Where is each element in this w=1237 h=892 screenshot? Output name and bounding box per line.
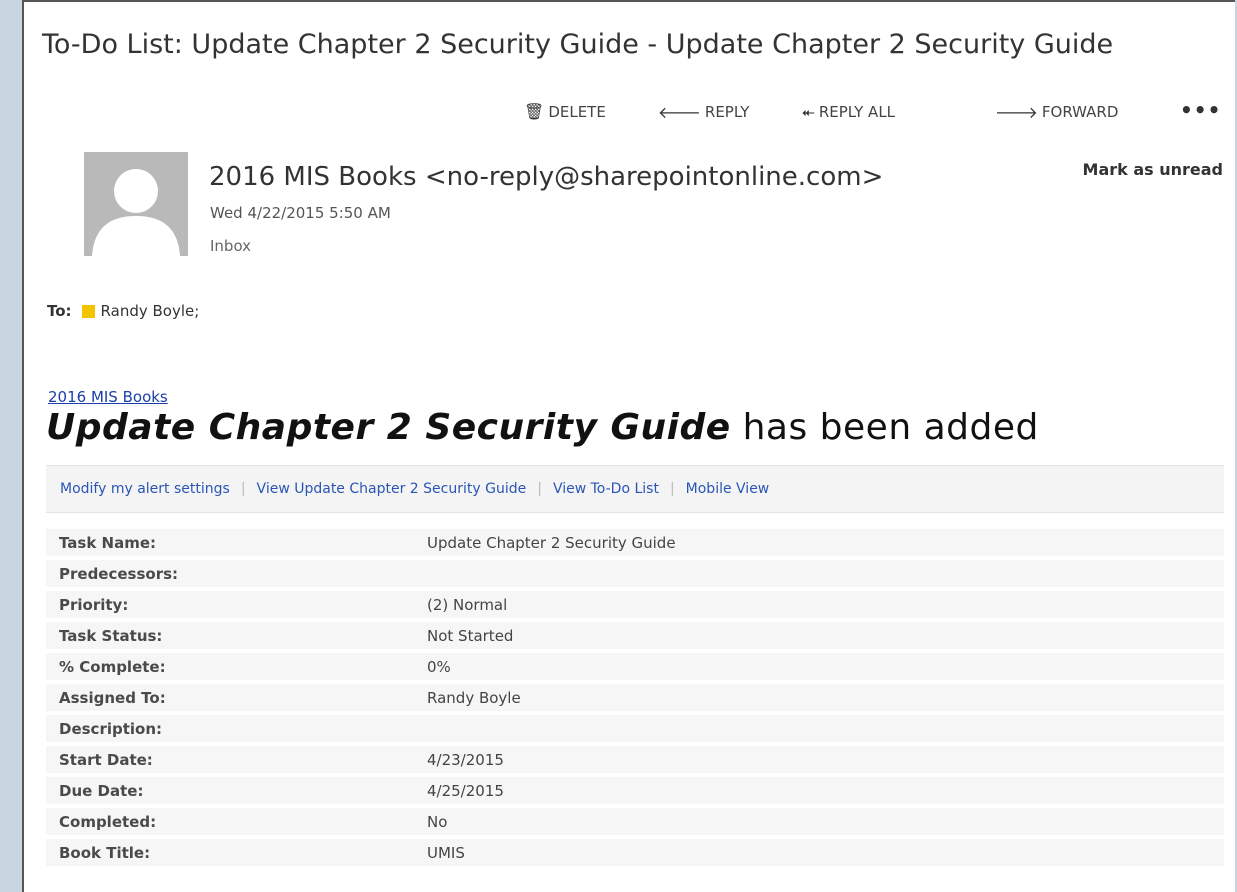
table-row: % Complete: 0% <box>46 653 1224 680</box>
person-silhouette-icon <box>92 169 180 256</box>
forward-button[interactable]: 🡒 FORWARD <box>995 102 1118 122</box>
field-label: Task Status: <box>46 622 427 649</box>
field-label: Task Name: <box>46 529 427 556</box>
more-actions-button[interactable]: ••• <box>1180 98 1221 122</box>
reply-all-button[interactable]: ⯬ REPLY ALL <box>802 102 895 122</box>
reply-arrow-icon: 🡐 <box>658 103 701 122</box>
table-row: Start Date: 4/23/2015 <box>46 746 1224 773</box>
table-row: Assigned To: Randy Boyle <box>46 684 1224 711</box>
sender-name: 2016 MIS Books <no-reply@sharepointonlin… <box>209 162 884 192</box>
field-value <box>427 560 1224 587</box>
folder-name: Inbox <box>210 237 252 255</box>
table-row: Task Status: Not Started <box>46 622 1224 649</box>
site-link[interactable]: 2016 MIS Books <box>48 388 168 406</box>
table-row: Due Date: 4/25/2015 <box>46 777 1224 804</box>
view-list-link[interactable]: View To-Do List <box>553 481 659 497</box>
field-label: Assigned To: <box>46 684 427 711</box>
recipients-line: To: Randy Boyle; <box>47 302 199 320</box>
field-label: Start Date: <box>46 746 427 773</box>
table-row: Completed: No <box>46 808 1224 835</box>
delete-label: DELETE <box>548 102 606 121</box>
field-label: Description: <box>46 715 427 742</box>
delete-button[interactable]: 🗑 DELETE <box>524 102 606 121</box>
to-label: To: <box>47 302 72 320</box>
field-label: Priority: <box>46 591 427 618</box>
trash-icon: 🗑 <box>524 102 545 121</box>
field-label: Book Title: <box>46 839 427 866</box>
table-row: Book Title: UMIS <box>46 839 1224 866</box>
table-row: Predecessors: <box>46 560 1224 587</box>
sent-date: Wed 4/22/2015 5:50 AM <box>210 204 391 222</box>
field-value <box>427 715 1224 742</box>
headline-suffix: has been added <box>730 407 1039 448</box>
mark-as-unread-link[interactable]: Mark as unread <box>1083 160 1223 179</box>
link-separator: | <box>537 481 542 497</box>
field-value: 4/25/2015 <box>427 777 1224 804</box>
alert-headline: Update Chapter 2 Security Guide has been… <box>46 407 1039 448</box>
link-separator: | <box>240 481 246 497</box>
email-subject: To-Do List: Update Chapter 2 Security Gu… <box>42 29 1114 60</box>
field-value: 4/23/2015 <box>427 746 1224 773</box>
reply-all-label: REPLY ALL <box>818 103 896 121</box>
field-label: Completed: <box>46 808 427 835</box>
field-value: (2) Normal <box>427 591 1224 618</box>
field-label: % Complete: <box>46 653 427 680</box>
field-value: Update Chapter 2 Security Guide <box>427 529 1224 556</box>
field-value: Not Started <box>427 622 1224 649</box>
reply-button[interactable]: 🡐 REPLY <box>658 102 749 122</box>
alert-links-bar: Modify my alert settings | View Update C… <box>46 465 1224 513</box>
table-row: Description: <box>46 715 1224 742</box>
table-row: Priority: (2) Normal <box>46 591 1224 618</box>
field-value: No <box>427 808 1224 835</box>
link-separator: | <box>669 481 675 497</box>
field-label: Due Date: <box>46 777 427 804</box>
field-value: 0% <box>427 653 1224 680</box>
forward-arrow-icon: 🡒 <box>995 103 1038 122</box>
sender-avatar <box>84 152 188 256</box>
view-item-link[interactable]: View Update Chapter 2 Security Guide <box>257 481 527 497</box>
table-row: Task Name: Update Chapter 2 Security Gui… <box>46 529 1224 556</box>
field-value: UMIS <box>427 839 1224 866</box>
forward-label: FORWARD <box>1041 103 1119 121</box>
field-label: Predecessors: <box>46 560 427 587</box>
modify-alert-settings-link[interactable]: Modify my alert settings <box>60 481 230 497</box>
mobile-view-link[interactable]: Mobile View <box>686 481 770 497</box>
presence-status-icon <box>81 304 95 318</box>
recipient-name[interactable]: Randy Boyle; <box>101 302 200 320</box>
reply-all-arrow-icon: ⯬ <box>802 102 815 121</box>
reply-label: REPLY <box>704 103 750 121</box>
email-reading-pane: To-Do List: Update Chapter 2 Security Gu… <box>22 0 1235 892</box>
field-value: Randy Boyle <box>427 684 1224 711</box>
headline-task-name: Update Chapter 2 Security Guide <box>46 407 731 448</box>
task-details-table: Task Name: Update Chapter 2 Security Gui… <box>46 525 1224 870</box>
